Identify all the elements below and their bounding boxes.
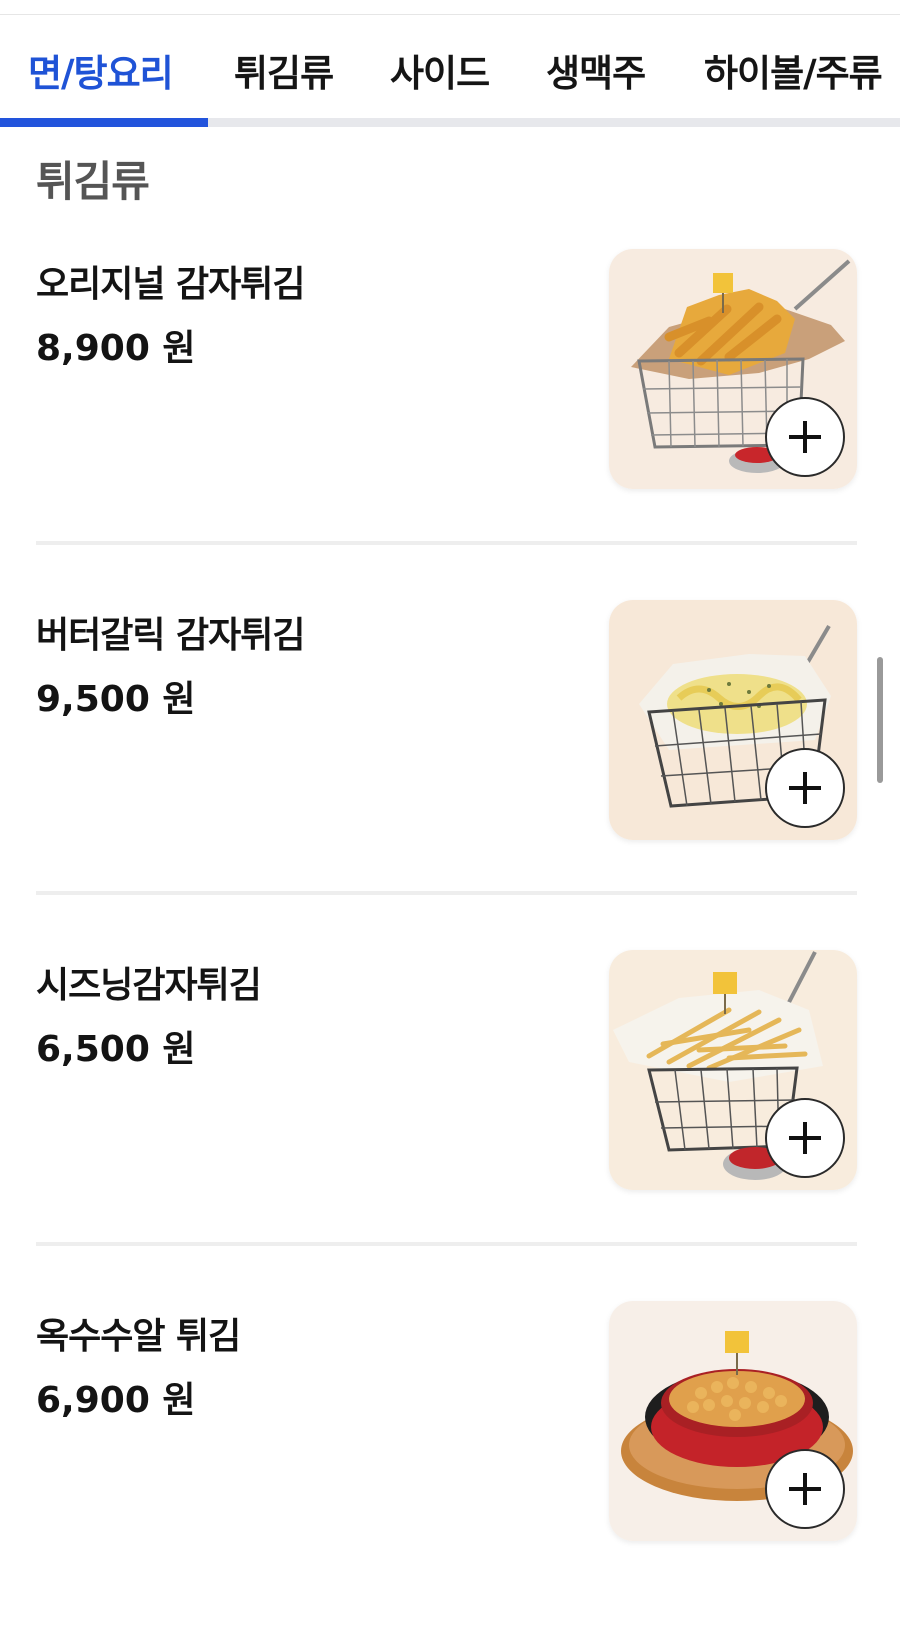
active-tab-indicator — [0, 118, 208, 127]
section-title: 튀김류 — [36, 157, 150, 206]
menu-item-price: 8,900 원 — [36, 328, 196, 369]
tab-side[interactable]: 사이드 — [390, 43, 490, 97]
menu-item-name: 버터갈릭 감자튀김 — [36, 615, 305, 656]
menu-item-name: 오리지널 감자튀김 — [36, 264, 305, 305]
tab-highball-liquor[interactable]: 하이볼/주류 — [704, 43, 883, 97]
item-divider — [36, 891, 857, 895]
menu-item-price: 9,500 원 — [36, 679, 196, 720]
tab-fried[interactable]: 튀김류 — [234, 43, 334, 97]
category-tabs: 면/탕요리 튀김류 사이드 생맥주 하이볼/주류 — [0, 15, 900, 127]
add-button[interactable] — [765, 397, 845, 477]
item-divider — [36, 541, 857, 545]
add-button[interactable] — [765, 1098, 845, 1178]
scrollbar[interactable] — [877, 657, 883, 783]
add-button[interactable] — [765, 1449, 845, 1529]
tab-draft-beer[interactable]: 생맥주 — [546, 43, 646, 97]
item-divider — [36, 1242, 857, 1246]
menu-item-price: 6,500 원 — [36, 1029, 196, 1070]
menu-item-name: 옥수수알 튀김 — [36, 1316, 241, 1357]
tab-noodles-soups[interactable]: 면/탕요리 — [28, 43, 174, 97]
menu-item[interactable]: 오리지널 감자튀김 8,900 원 — [0, 249, 900, 599]
menu-item[interactable]: 버터갈릭 감자튀김 9,500 원 — [0, 600, 900, 950]
add-button[interactable] — [765, 748, 845, 828]
menu-item-price: 6,900 원 — [36, 1380, 196, 1421]
menu-item[interactable]: 시즈닝감자튀김 6,500 원 — [0, 950, 900, 1300]
menu-item[interactable]: 옥수수알 튀김 6,900 원 — [0, 1301, 900, 1651]
menu-item-name: 시즈닝감자튀김 — [36, 965, 262, 1006]
